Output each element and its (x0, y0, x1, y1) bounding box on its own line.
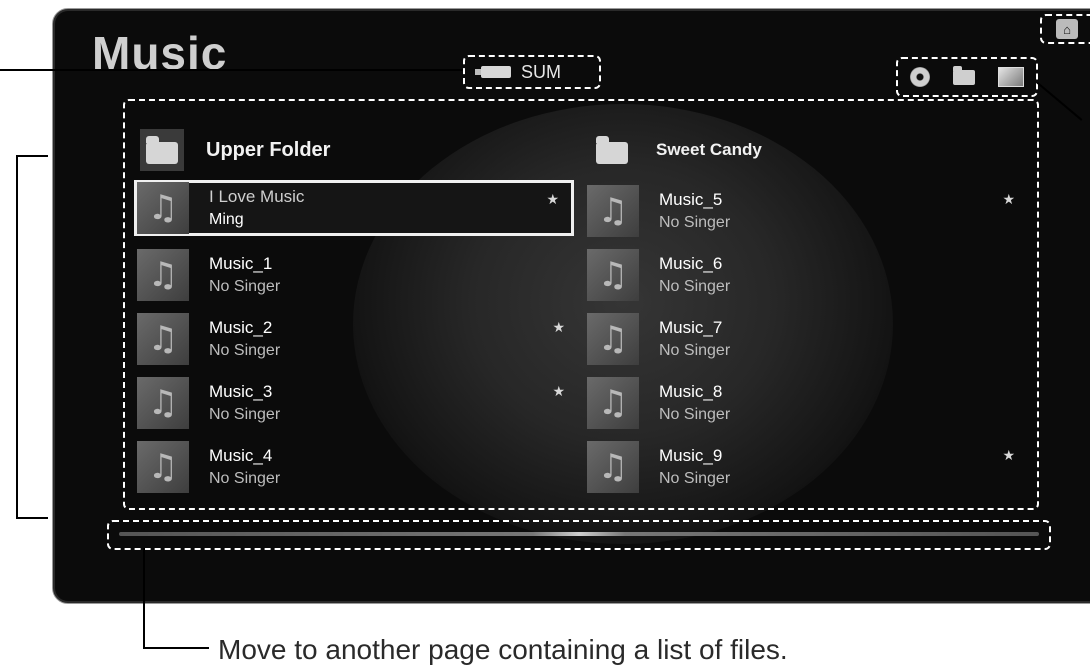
favorite-star-icon: ★ (546, 192, 559, 208)
track-artist: No Singer (209, 342, 281, 359)
track-artist: Ming (209, 211, 244, 228)
music-note-icon: ♫ (587, 185, 639, 237)
disc-icon[interactable] (909, 67, 930, 87)
list-item-track[interactable]: ♫ Music_7 No Singer (587, 311, 1027, 367)
view-mode-icons (896, 57, 1038, 97)
folder-item-upper[interactable]: Upper Folder (140, 128, 330, 172)
track-artist: No Singer (659, 342, 731, 359)
favorite-star-icon: ★ (1002, 192, 1015, 208)
track-artist: No Singer (659, 406, 731, 423)
track-title: Music_4 (209, 446, 273, 465)
callout-line-scrollbar (143, 548, 145, 648)
track-title: Music_7 (659, 318, 723, 337)
list-item-track[interactable]: ♫ Music_1 No Singer (137, 247, 577, 303)
device-selector[interactable]: SUM (463, 55, 601, 89)
folder-icon (590, 129, 634, 171)
photo-icon[interactable] (998, 67, 1025, 87)
folder-icon[interactable] (952, 65, 975, 85)
track-artist: No Singer (659, 214, 731, 231)
folder-label: Sweet Candy (656, 140, 762, 159)
track-title: Music_6 (659, 254, 723, 273)
list-item-track[interactable]: ♫ I Love Music Ming ★ (134, 180, 574, 236)
favorite-star-icon: ★ (552, 384, 565, 400)
track-title: Music_9 (659, 446, 723, 465)
track-artist: No Singer (209, 406, 281, 423)
list-item-track[interactable]: ♫ Music_6 No Singer (587, 247, 1027, 303)
music-note-icon: ♫ (137, 441, 189, 493)
music-note-icon: ♫ (587, 377, 639, 429)
folder-item-sweet-candy[interactable]: Sweet Candy (590, 128, 762, 172)
scroll-track[interactable] (119, 532, 1039, 536)
track-title: I Love Music (209, 187, 305, 206)
page-title: Music (92, 27, 228, 79)
track-title: Music_3 (209, 382, 273, 401)
music-note-icon: ♫ (137, 313, 189, 365)
callout-line-caption (143, 647, 209, 649)
track-title: Music_1 (209, 254, 273, 273)
page-scrollbar[interactable] (107, 520, 1051, 550)
caption: Move to another page containing a list o… (218, 634, 788, 665)
list-item-track[interactable]: ♫ Music_3 No Singer ★ (137, 375, 577, 431)
device-label: SUM (521, 61, 561, 82)
track-artist: No Singer (659, 278, 731, 295)
track-title: Music_2 (209, 318, 273, 337)
folder-back-icon (140, 129, 184, 171)
music-note-icon: ♫ (137, 249, 189, 301)
track-artist: No Singer (209, 278, 281, 295)
list-item-track[interactable]: ♫ Music_9 No Singer ★ (587, 439, 1027, 495)
home-button[interactable]: ⌂ (1040, 14, 1090, 44)
track-title: Music_8 (659, 382, 723, 401)
callout-line-device (0, 69, 463, 71)
folder-label: Upper Folder (206, 138, 331, 161)
callout-bracket-list (16, 155, 48, 519)
usb-device-icon (475, 66, 511, 78)
track-artist: No Singer (209, 470, 281, 487)
list-item-track[interactable]: ♫ Music_4 No Singer (137, 439, 577, 495)
list-item-track[interactable]: ♫ Music_8 No Singer (587, 375, 1027, 431)
favorite-star-icon: ★ (552, 320, 565, 336)
track-artist: No Singer (659, 470, 731, 487)
music-note-icon: ♫ (587, 313, 639, 365)
music-note-icon: ♫ (137, 182, 189, 234)
music-note-icon: ♫ (587, 249, 639, 301)
home-icon: ⌂ (1056, 19, 1078, 39)
list-item-track[interactable]: ♫ Music_5 No Singer ★ (587, 183, 1027, 239)
list-item-track[interactable]: ♫ Music_2 No Singer ★ (137, 311, 577, 367)
music-note-icon: ♫ (137, 377, 189, 429)
favorite-star-icon: ★ (1002, 448, 1015, 464)
file-list: Upper Folder Sweet Candy ♫ I Love Music … (123, 99, 1039, 510)
music-note-icon: ♫ (587, 441, 639, 493)
track-title: Music_5 (659, 190, 723, 209)
manual-illustration: Music SUM ⌂ Upper Folder Sweet Candy ♫ I… (0, 0, 1090, 670)
